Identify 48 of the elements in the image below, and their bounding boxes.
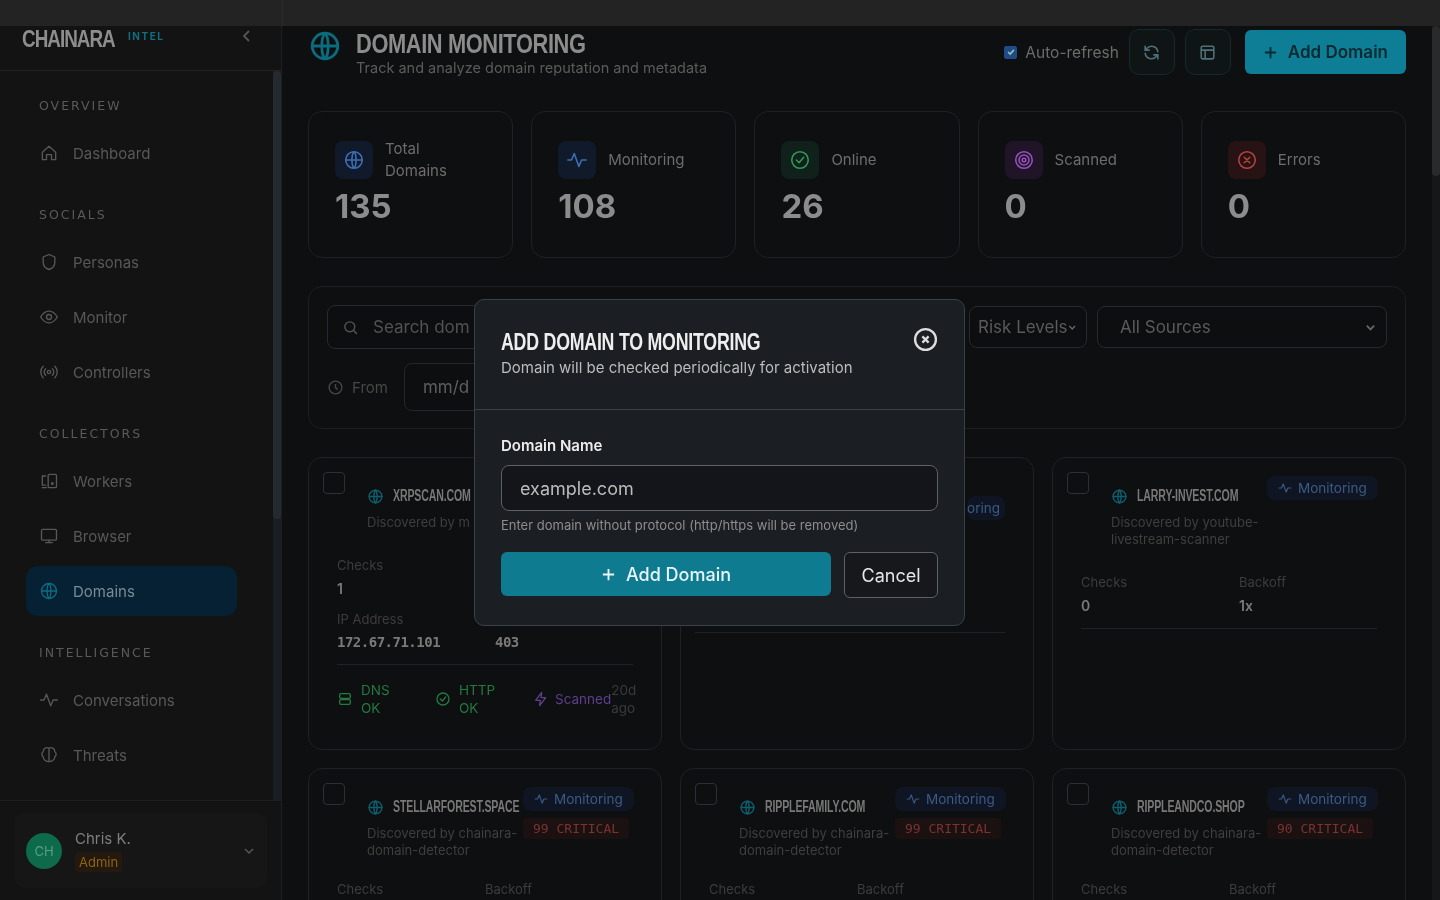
stat-label: Online [831, 149, 878, 171]
domain-name: RIPPLEFAMILY.COM [765, 797, 866, 817]
status-badge: Monitoring [523, 787, 634, 811]
domain-name: RIPPLEANDCO.SHOP [1137, 797, 1245, 817]
status-badge: oring [967, 496, 1005, 520]
section-heading: INTELLIGENCE [39, 645, 153, 660]
stat-value: 108 [558, 186, 618, 226]
stat-label: Monitoring [608, 149, 686, 171]
status-text: Scanned [555, 691, 612, 708]
field-value: 403 [495, 634, 519, 650]
risk-badge: 90 CRITICAL [1267, 818, 1374, 839]
stat-value: 0 [1227, 186, 1252, 226]
auto-refresh-label: Auto-refresh [1025, 42, 1119, 62]
stat-label: Errors [1277, 149, 1322, 171]
section-heading: SOCIALS [39, 207, 107, 222]
status-text: HTTP OK [459, 681, 497, 717]
domain-name: LARRY-INVEST.COM [1137, 486, 1239, 506]
brand-tag: INTEL [128, 30, 165, 42]
page-subtitle: Track and analyze domain reputation and metadata [356, 59, 708, 76]
brand-logo: CHAINARA [22, 26, 115, 53]
from-label: From [352, 377, 388, 397]
dialog-title: ADD DOMAIN TO MONITORING [501, 328, 761, 356]
stat-value: 0 [1004, 186, 1028, 226]
status-text: DNS OK [361, 681, 391, 717]
page-title: DOMAIN MONITORING [356, 28, 586, 60]
field-value: 172.67.71.101 [337, 634, 441, 650]
risk-badge: 99 CRITICAL [895, 818, 1002, 839]
status-badge: Monitoring [1267, 476, 1378, 500]
role-badge: Admin [75, 852, 123, 872]
stat-label: Scanned [1054, 149, 1118, 171]
risk-badge: 99 CRITICAL [523, 818, 630, 839]
avatar: CH [26, 832, 62, 869]
status-badge: Monitoring [1267, 787, 1378, 811]
domain-name: STELLARFOREST.SPACE [393, 797, 520, 817]
domain-name: XRPSCAN.COM [393, 486, 471, 506]
stat-value: 26 [781, 186, 825, 226]
field-hint: Enter domain without protocol (http/https will be removed) [501, 517, 860, 533]
field-label: Domain Name [501, 436, 604, 455]
stat-value: 135 [335, 186, 393, 226]
field-value: 0 [1081, 597, 1091, 614]
field-value: 1x [1239, 597, 1253, 614]
section-heading: OVERVIEW [39, 98, 122, 113]
section-heading: COLLECTORS [39, 426, 143, 441]
dialog-subtitle: Domain will be checked periodically for activation [501, 358, 854, 377]
field-value: 1 [337, 580, 343, 597]
status-badge: Monitoring [895, 787, 1006, 811]
stat-label: Total Domains [385, 138, 448, 182]
user-name: Chris K. [75, 829, 131, 848]
